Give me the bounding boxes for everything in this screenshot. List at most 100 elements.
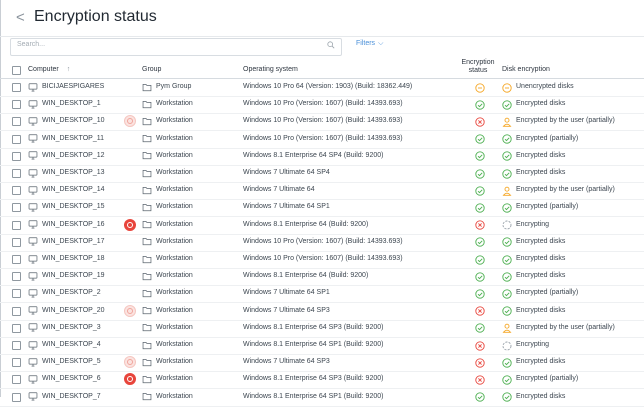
table-row[interactable]: WIN_DESKTOP_17 Workstation Windows 10 Pro … — [0, 234, 644, 252]
group-name[interactable]: Workstation — [156, 135, 193, 142]
row-checkbox[interactable] — [12, 186, 21, 196]
back-arrow-icon[interactable]: < — [16, 9, 25, 26]
row-checkbox[interactable] — [12, 169, 21, 178]
group-name[interactable]: Workstation — [156, 203, 193, 210]
table-row[interactable]: WIN_DESKTOP_10 Workstation Windows 10 Pro … — [0, 113, 644, 132]
computer-name[interactable]: WIN_DESKTOP_6 — [42, 375, 101, 382]
disk-encryption-status: Encrypted disks — [516, 100, 566, 108]
computer-name[interactable]: WIN_DESKTOP_19 — [42, 272, 105, 279]
row-checkbox[interactable] — [12, 100, 21, 110]
operating-system: Windows 8.1 Enterprise 64 SP1 (Build: 92… — [243, 392, 384, 400]
row-checkbox[interactable] — [12, 151, 21, 161]
row-checkbox[interactable] — [12, 134, 21, 144]
row-checkbox[interactable] — [12, 237, 21, 247]
table-row[interactable]: WIN_DESKTOP_12 Workstation Windows 8.1 Ent… — [0, 148, 644, 166]
computer-name[interactable]: WIN_DESKTOP_10 — [42, 117, 105, 124]
row-checkbox[interactable] — [12, 220, 21, 230]
critical-alert-icon[interactable] — [124, 373, 136, 386]
group-name[interactable]: Pym Group — [156, 83, 191, 90]
computer-name[interactable]: WIN_DESKTOP_4 — [42, 341, 101, 348]
group-name[interactable]: Workstation — [156, 324, 193, 331]
disk-check-circle-icon — [502, 168, 512, 179]
group-name[interactable]: Workstation — [156, 169, 193, 176]
filters-button[interactable]: Filters ⌵ — [356, 40, 383, 48]
row-checkbox[interactable] — [12, 323, 21, 333]
table-row[interactable]: WIN_DESKTOP_18 Workstation Windows 10 Pro … — [0, 251, 644, 269]
computer-name[interactable]: WIN_DESKTOP_14 — [42, 186, 105, 193]
computer-icon — [28, 254, 38, 263]
table-row[interactable]: WIN_DESKTOP_16 Workstation Windows 8.1 Ent… — [0, 217, 644, 235]
group-name[interactable]: Workstation — [156, 341, 193, 348]
row-checkbox[interactable] — [12, 272, 21, 282]
table-row[interactable]: WIN_DESKTOP_3 Workstation Windows 8.1 Ente… — [0, 320, 644, 338]
table-row[interactable]: WIN_DESKTOP_19 Workstation Windows 8.1 Ent… — [0, 268, 644, 287]
row-checkbox[interactable] — [12, 83, 21, 92]
group-name[interactable]: Workstation — [156, 289, 193, 296]
alert-icon[interactable] — [124, 356, 136, 369]
computer-name[interactable]: WIN_DESKTOP_15 — [42, 203, 105, 210]
computer-name[interactable]: BICIJAESPIGARES — [42, 83, 104, 90]
computer-name[interactable]: WIN_DESKTOP_20 — [42, 307, 105, 314]
row-checkbox[interactable] — [12, 358, 21, 368]
column-header-encryption-status[interactable]: Encryption status — [458, 59, 498, 75]
table-row[interactable]: WIN_DESKTOP_14 Workstation Windows 7 Ultim… — [0, 182, 644, 201]
table-row[interactable]: BICIJAESPIGARES Pym Group Windows 10 Pro 6… — [0, 79, 644, 97]
computer-name[interactable]: WIN_DESKTOP_12 — [42, 152, 105, 159]
computer-name[interactable]: WIN_DESKTOP_17 — [42, 238, 105, 245]
computer-name[interactable]: WIN_DESKTOP_7 — [42, 393, 101, 400]
group-name[interactable]: Workstation — [156, 307, 193, 314]
table-row[interactable]: WIN_DESKTOP_15 Workstation Windows 7 Ultim… — [0, 199, 644, 218]
group-name[interactable]: Workstation — [156, 255, 193, 262]
row-checkbox[interactable] — [12, 289, 21, 299]
search-input[interactable]: Search... — [10, 38, 342, 56]
group-name[interactable]: Workstation — [156, 117, 193, 124]
table-row[interactable]: WIN_DESKTOP_1 Workstation Windows 10 Pro (… — [0, 96, 644, 115]
group-name[interactable]: Workstation — [156, 393, 193, 400]
disk-check-circle-icon — [502, 306, 512, 316]
computer-name[interactable]: WIN_DESKTOP_11 — [42, 135, 104, 142]
column-header-os[interactable]: Operating system — [243, 66, 298, 73]
group-name[interactable]: Workstation — [156, 100, 193, 107]
table-row[interactable]: WIN_DESKTOP_11 Workstation Windows 10 Pro … — [0, 131, 644, 149]
column-header-group[interactable]: Group — [142, 66, 161, 73]
group-name[interactable]: Workstation — [156, 152, 193, 159]
group-name[interactable]: Workstation — [156, 375, 193, 382]
table-row[interactable]: WIN_DESKTOP_6 Workstation Windows 8.1 Ente… — [0, 371, 644, 390]
row-checkbox[interactable] — [12, 306, 21, 316]
group-name[interactable]: Workstation — [156, 358, 193, 365]
search-icon[interactable] — [327, 41, 335, 49]
table-row[interactable]: WIN_DESKTOP_5 Workstation Windows 7 Ultima… — [0, 354, 644, 373]
table-row[interactable]: WIN_DESKTOP_4 Workstation Windows 8.1 Ente… — [0, 337, 644, 355]
table-row[interactable]: WIN_DESKTOP_7 Workstation Windows 8.1 Ente… — [0, 389, 644, 407]
folder-icon — [142, 203, 152, 211]
computer-name[interactable]: WIN_DESKTOP_1 — [42, 100, 101, 107]
row-checkbox[interactable] — [12, 255, 21, 264]
critical-alert-icon[interactable] — [124, 218, 136, 231]
computer-name[interactable]: WIN_DESKTOP_13 — [42, 169, 105, 176]
group-name[interactable]: Workstation — [156, 186, 193, 193]
row-checkbox[interactable] — [12, 117, 21, 127]
table-row[interactable]: WIN_DESKTOP_13 Workstation Windows 7 Ultim… — [0, 165, 644, 183]
row-checkbox[interactable] — [12, 203, 21, 213]
column-header-disk-encryption[interactable]: Disk encryption — [502, 66, 550, 73]
group-name[interactable]: Workstation — [156, 238, 193, 245]
row-checkbox[interactable] — [12, 341, 21, 350]
row-checkbox[interactable] — [12, 375, 21, 385]
computer-name[interactable]: WIN_DESKTOP_2 — [42, 289, 101, 296]
computer-name[interactable]: WIN_DESKTOP_3 — [42, 324, 101, 331]
column-header-computer[interactable]: Computer ↑ — [28, 66, 70, 73]
select-all-checkbox[interactable] — [12, 66, 21, 75]
folder-icon — [142, 221, 152, 229]
sort-ascending-icon[interactable]: ↑ — [67, 66, 71, 73]
computer-name[interactable]: WIN_DESKTOP_16 — [42, 221, 105, 228]
computer-name[interactable]: WIN_DESKTOP_5 — [42, 358, 101, 365]
disk-encryption-status: Encrypted disks — [516, 358, 566, 366]
computer-name[interactable]: WIN_DESKTOP_18 — [42, 255, 105, 262]
alert-icon[interactable] — [124, 304, 136, 317]
group-name[interactable]: Workstation — [156, 272, 193, 279]
alert-icon[interactable] — [124, 115, 136, 128]
group-name[interactable]: Workstation — [156, 221, 193, 228]
table-row[interactable]: WIN_DESKTOP_2 Workstation Windows 7 Ultima… — [0, 285, 644, 304]
table-row[interactable]: WIN_DESKTOP_20 Workstation Windows 7 Ultim… — [0, 303, 644, 321]
row-checkbox[interactable] — [12, 392, 21, 402]
